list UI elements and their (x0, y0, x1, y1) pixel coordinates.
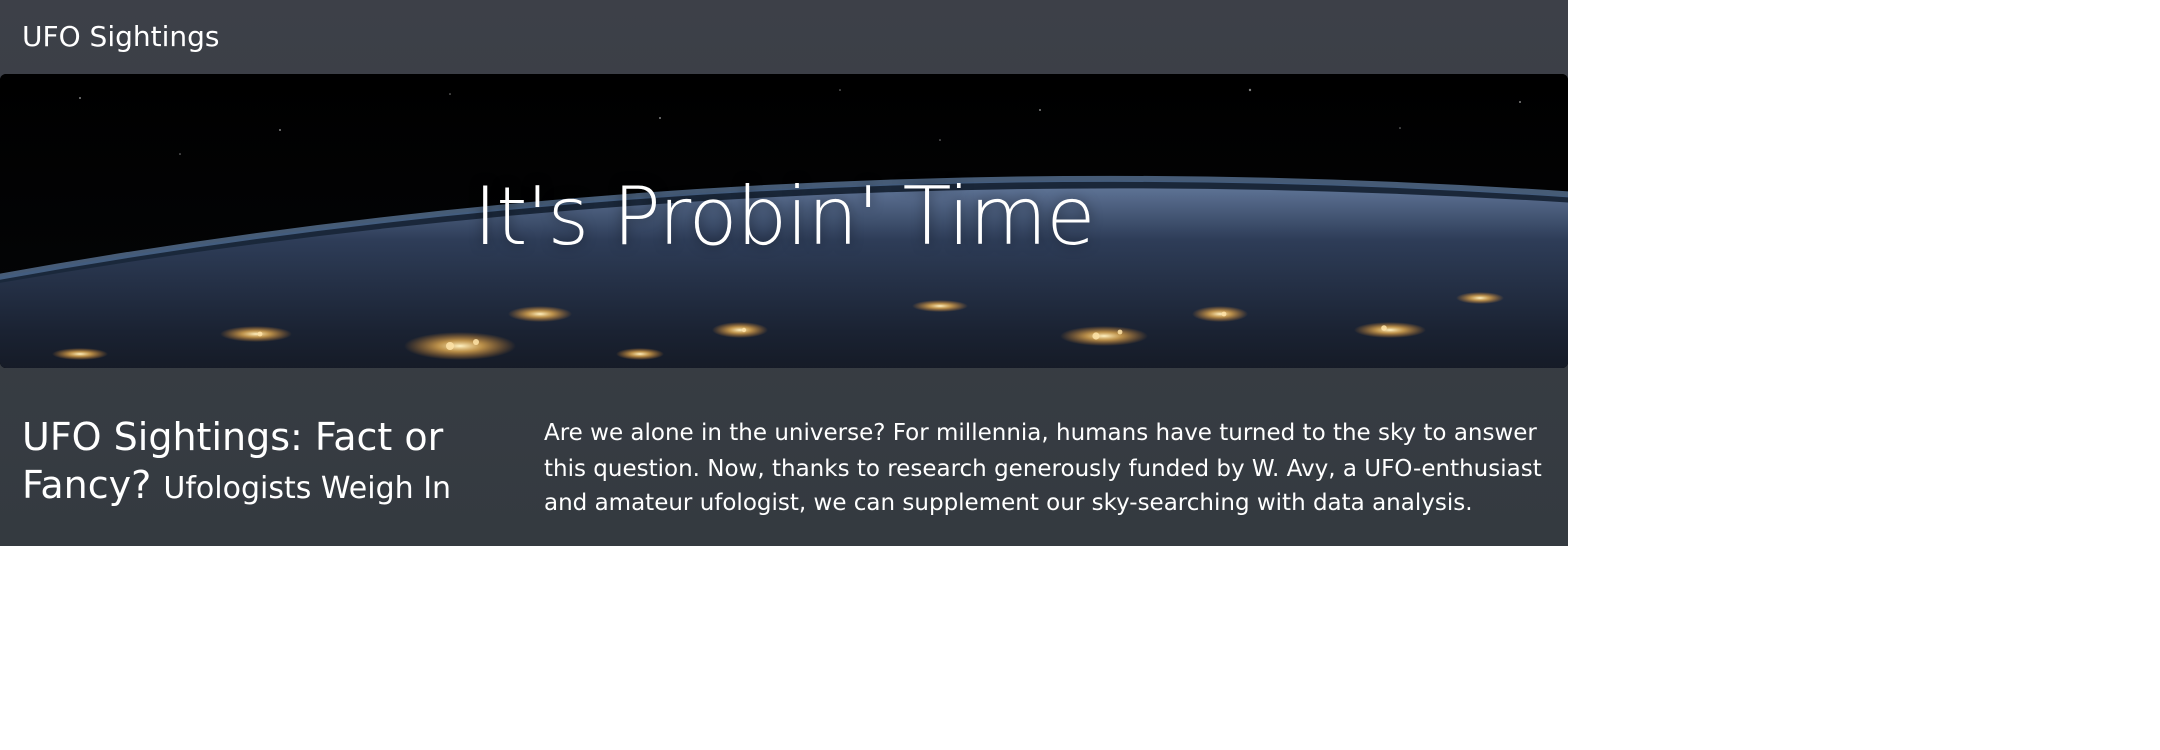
headline-subtitle: Ufologists Weigh In (163, 470, 452, 506)
hero-jumbotron: It's Probin' Time (0, 74, 1568, 368)
dark-wrapper: UFO Sightings It's Probin' Time UFO Sigh… (0, 0, 1568, 546)
intro-column: Are we alone in the universe? For millen… (544, 414, 1544, 521)
navbar-brand-link[interactable]: UFO Sightings (22, 21, 220, 53)
intro-section: UFO Sightings: Fact or Fancy? Ufologists… (0, 368, 1568, 521)
article-headline: UFO Sightings: Fact or Fancy? Ufologists… (22, 414, 522, 512)
navbar: UFO Sightings (0, 0, 1568, 74)
intro-paragraph: Are we alone in the universe? For millen… (544, 418, 1542, 516)
hero-title: It's Probin' Time (473, 172, 1096, 264)
page: UFO Sightings It's Probin' Time UFO Sigh… (0, 0, 2160, 750)
headline-column: UFO Sightings: Fact or Fancy? Ufologists… (22, 414, 522, 521)
